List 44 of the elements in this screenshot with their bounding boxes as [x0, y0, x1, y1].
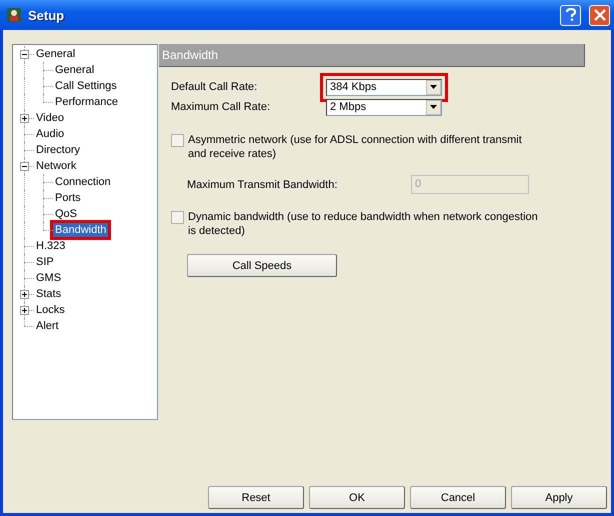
close-icon [594, 9, 606, 21]
close-button[interactable] [589, 4, 610, 26]
expander-icon[interactable] [20, 162, 29, 171]
tree-item[interactable]: SIP [34, 255, 56, 269]
tree-item[interactable]: Video [34, 111, 66, 125]
tree-item[interactable]: General [34, 47, 78, 61]
tree-item[interactable]: Audio [34, 127, 66, 141]
checkbox[interactable] [171, 134, 184, 147]
checkbox[interactable] [171, 211, 184, 224]
tree-item[interactable]: Network [34, 159, 78, 173]
field-label: Maximum Transmit Bandwidth: [187, 178, 338, 190]
tree-item[interactable]: Stats [34, 287, 64, 301]
expander-icon[interactable] [20, 290, 29, 299]
tree-item[interactable]: H.323 [34, 239, 68, 253]
dialog-button[interactable]: Reset [208, 486, 304, 509]
dialog-button[interactable]: Apply [511, 486, 607, 509]
panel-header: Bandwidth [159, 44, 585, 67]
rate-dropdown[interactable]: 2 Mbps [326, 98, 442, 116]
tree-item[interactable]: Connection [53, 175, 113, 189]
tree-item[interactable]: Bandwidth [53, 223, 108, 237]
app-icon [6, 7, 22, 23]
field-label: Maximum Call Rate: [170, 101, 272, 113]
help-icon [564, 8, 576, 22]
dialog-button[interactable]: Cancel [410, 486, 506, 509]
call-speeds-button[interactable]: Call Speeds [187, 254, 337, 277]
expander-icon[interactable] [20, 306, 29, 315]
help-button[interactable] [560, 4, 581, 26]
checkbox-label: Dynamic bandwidth (use to reduce bandwidth when network congestion is detected) [188, 210, 539, 238]
tree-item[interactable]: Performance [53, 95, 120, 109]
tree-item[interactable]: Call Settings [53, 79, 119, 93]
tree-item[interactable]: General [53, 63, 96, 77]
expander-icon[interactable] [20, 50, 29, 59]
rate-dropdown[interactable]: 384 Kbps [326, 78, 442, 96]
tree-item[interactable]: Directory [34, 143, 82, 157]
window-title: Setup [28, 8, 64, 22]
dialog-button[interactable]: OK [309, 486, 405, 509]
tree-item[interactable]: Locks [34, 303, 67, 317]
checkbox-label: Asymmetric network (use for ADSL connection with different transmit and receive rates) [188, 133, 523, 161]
tree-item[interactable]: GMS [34, 271, 64, 285]
tree-item[interactable]: Ports [53, 191, 83, 205]
tree-item[interactable]: Alert [34, 319, 61, 333]
expander-icon[interactable] [20, 114, 29, 123]
tree-item[interactable]: QoS [53, 207, 80, 221]
field-label: Default Call Rate: [170, 81, 258, 93]
